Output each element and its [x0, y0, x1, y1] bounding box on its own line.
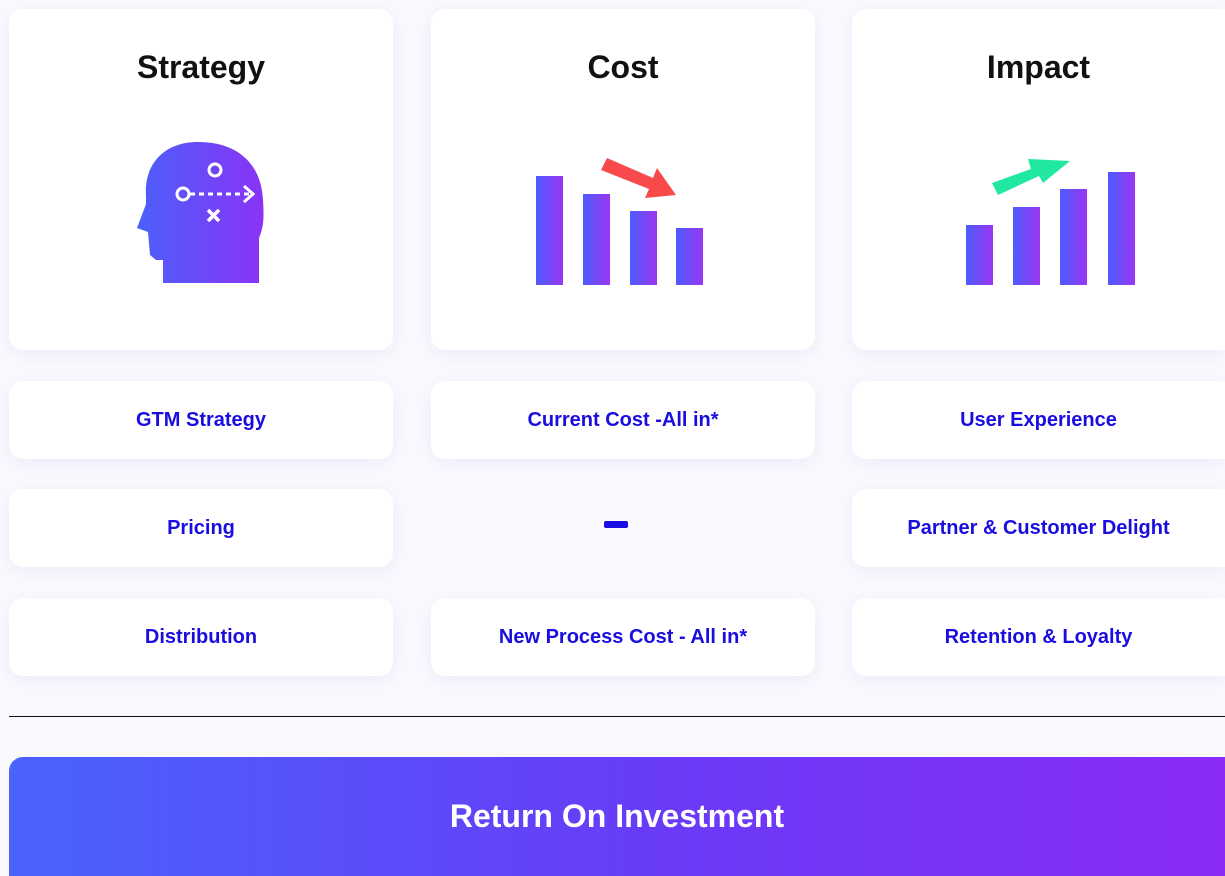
current-cost-card[interactable]: Current Cost -All in*	[431, 381, 815, 459]
bar-chart-up-icon	[966, 159, 1135, 285]
bar-chart-down-icon	[536, 158, 703, 285]
cost-title: Cost	[587, 49, 659, 85]
user-experience-label: User Experience	[960, 408, 1117, 431]
new-process-cost-label: New Process Cost - All in*	[498, 625, 748, 648]
impact-title: Impact	[986, 49, 1091, 85]
retention-loyalty-card[interactable]: Retention & Loyalty	[852, 598, 1225, 676]
gtm-strategy-label: GTM Strategy	[135, 408, 267, 431]
new-process-cost-card[interactable]: New Process Cost - All in*	[431, 598, 815, 676]
pricing-label: Pricing	[167, 516, 235, 539]
strategy-title: Strategy	[136, 49, 266, 85]
current-cost-label: Current Cost -All in*	[527, 408, 719, 431]
distribution-card[interactable]: Distribution	[9, 598, 393, 676]
user-experience-card[interactable]: User Experience	[852, 381, 1225, 459]
impact-card: Impact	[852, 9, 1225, 350]
pricing-card[interactable]: Pricing	[9, 489, 393, 567]
distribution-label: Distribution	[144, 625, 258, 648]
divider	[9, 716, 1225, 717]
retention-loyalty-label: Retention & Loyalty	[944, 625, 1133, 648]
head-strategy-icon	[137, 142, 264, 283]
partner-customer-delight-label: Partner & Customer Delight	[907, 516, 1170, 539]
minus-sign	[604, 521, 628, 528]
return-on-investment-label: Return On Investment	[449, 798, 785, 834]
return-on-investment-button[interactable]: Return On Investment	[9, 757, 1225, 876]
gtm-strategy-card[interactable]: GTM Strategy	[9, 381, 393, 459]
cost-card: Cost	[431, 9, 815, 350]
strategy-card: Strategy	[9, 9, 393, 350]
partner-customer-delight-card[interactable]: Partner & Customer Delight	[852, 489, 1225, 567]
